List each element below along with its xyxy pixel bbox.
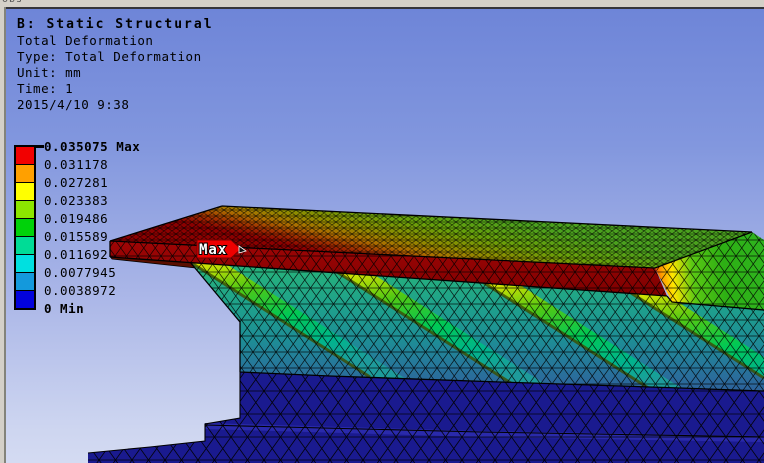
- max-flag-label: Max: [199, 242, 227, 258]
- legend-color-swatch: [16, 165, 34, 183]
- legend-value-label: 0.0038972: [44, 283, 117, 298]
- legend-color-swatch: [16, 147, 34, 165]
- legend-top-tick: [34, 145, 44, 148]
- legend-color-swatch: [16, 201, 34, 219]
- legend-value-label: 0.0077945: [44, 265, 117, 280]
- viewport-left-border: [4, 7, 6, 463]
- result-info-block: B: Static Structural Total Deformation T…: [17, 17, 214, 113]
- result-info-line: Unit: mm: [17, 65, 82, 80]
- legend-value-label: 0.031178: [44, 157, 109, 172]
- ansys-results-window: Max obs B: Static Structural Total Defor…: [0, 0, 764, 463]
- legend-value-label: 0.015589: [44, 229, 109, 244]
- legend-value-label: 0.027281: [44, 175, 109, 190]
- result-info-line: Time: 1: [17, 81, 74, 96]
- legend-color-swatch: [16, 183, 34, 201]
- result-title: B: Static Structural: [17, 17, 214, 32]
- legend-value-label: 0.035075 Max: [44, 139, 141, 154]
- result-info-line: Total Deformation: [17, 33, 154, 48]
- legend-color-swatch: [16, 291, 34, 308]
- legend-color-swatch: [16, 219, 34, 237]
- legend-color-swatch: [16, 273, 34, 291]
- legend-value-label: 0 Min: [44, 301, 85, 316]
- result-info-line: 2015/4/10 9:38: [17, 97, 130, 112]
- legend-colorbar: [14, 145, 36, 310]
- window-frame-top: obs: [0, 0, 764, 7]
- legend-color-swatch: [16, 237, 34, 255]
- result-info-line: Type: Total Deformation: [17, 49, 202, 64]
- legend-value-label: 0.019486: [44, 211, 109, 226]
- legend-value-label: 0.023383: [44, 193, 109, 208]
- legend-value-label: 0.011692: [44, 247, 109, 262]
- clipped-toolbar-text: obs: [2, 0, 23, 5]
- legend-color-swatch: [16, 255, 34, 273]
- viewport-top-border: [4, 7, 764, 9]
